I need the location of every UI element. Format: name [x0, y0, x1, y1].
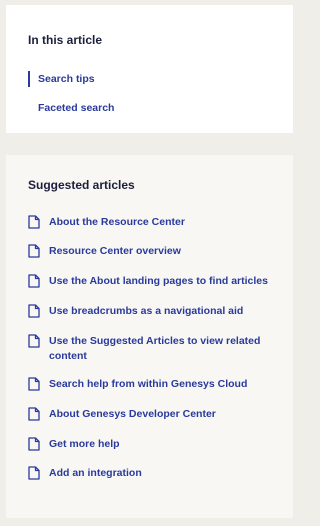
- suggested-article-label: Use the About landing pages to find arti…: [49, 275, 268, 287]
- suggested-article-label: Add an integration: [49, 467, 142, 479]
- suggested-article-link[interactable]: Add an integration: [28, 466, 273, 481]
- document-icon: [28, 466, 40, 480]
- suggested-article-label: Use the Suggested Articles to view relat…: [49, 335, 261, 362]
- document-icon: [28, 274, 40, 288]
- suggested-article-label: Get more help: [49, 438, 120, 450]
- suggested-article-link[interactable]: Resource Center overview: [28, 244, 273, 259]
- document-icon: [28, 215, 40, 229]
- suggested-article-link[interactable]: Use the Suggested Articles to view relat…: [28, 334, 273, 364]
- toc-item-search-tips[interactable]: Search tips: [28, 71, 95, 87]
- suggested-article-label: About Genesys Developer Center: [49, 408, 216, 420]
- suggested-article-link[interactable]: Search help from within Genesys Cloud: [28, 377, 273, 392]
- document-icon: [28, 304, 40, 318]
- suggested-article-label: Use breadcrumbs as a navigational aid: [49, 305, 244, 317]
- toc-item-faceted-search[interactable]: Faceted search: [28, 100, 114, 116]
- suggested-article-label: Search help from within Genesys Cloud: [49, 378, 248, 390]
- suggested-article-link[interactable]: About the Resource Center: [28, 215, 273, 230]
- suggested-articles-title: Suggested articles: [28, 178, 135, 192]
- document-icon: [28, 437, 40, 451]
- in-this-article-title: In this article: [28, 33, 103, 47]
- suggested-article-link[interactable]: Use breadcrumbs as a navigational aid: [28, 304, 273, 319]
- suggested-article-label: About the Resource Center: [49, 216, 185, 228]
- suggested-article-link[interactable]: About Genesys Developer Center: [28, 407, 273, 422]
- document-icon: [28, 334, 40, 348]
- suggested-article-link[interactable]: Get more help: [28, 437, 273, 452]
- document-icon: [28, 407, 40, 421]
- document-icon: [28, 244, 40, 258]
- in-this-article-panel: In this article Search tips Faceted sear…: [6, 5, 293, 133]
- document-icon: [28, 377, 40, 391]
- suggested-articles-panel: Suggested articles About the Resource Ce…: [6, 155, 293, 518]
- suggested-article-label: Resource Center overview: [49, 245, 181, 257]
- suggested-article-link[interactable]: Use the About landing pages to find arti…: [28, 274, 273, 289]
